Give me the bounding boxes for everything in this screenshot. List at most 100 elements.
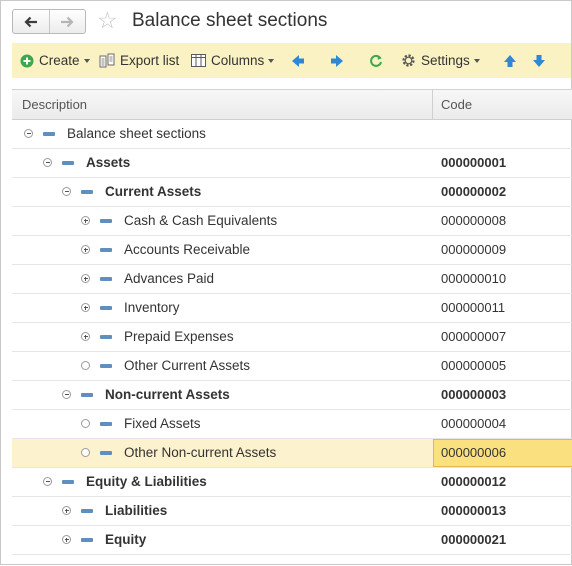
leaf-node-icon — [81, 361, 90, 370]
star-icon[interactable]: ☆ — [97, 8, 118, 33]
table-row[interactable]: Equity & Liabilities 000000012 — [12, 468, 572, 497]
title-bar: ☆ Balance sheet sections — [1, 1, 571, 41]
description-cell[interactable]: Liabilities — [12, 497, 432, 525]
table-row[interactable]: Current Assets 000000002 — [12, 178, 572, 207]
table-row[interactable]: Accounts Receivable 000000009 — [12, 236, 572, 265]
group-item-icon — [81, 190, 93, 194]
column-header-code[interactable]: Code — [441, 90, 472, 119]
export-list-button[interactable]: Export list — [99, 43, 179, 78]
table-row[interactable]: Advances Paid 000000010 — [12, 265, 572, 294]
chevron-down-icon — [473, 59, 480, 63]
description-cell[interactable]: Other Current Assets — [12, 352, 432, 380]
arrow-down-icon — [533, 54, 545, 67]
row-description: Equity — [105, 532, 147, 547]
collapse-icon[interactable] — [24, 129, 33, 138]
description-cell[interactable]: Other Non-current Assets — [12, 439, 432, 467]
row-code[interactable]: 000000021 — [441, 526, 506, 554]
table-row[interactable]: Other Current Assets 000000005 — [12, 352, 572, 381]
table-row[interactable]: Assets 000000001 — [12, 149, 572, 178]
table-row[interactable]: Balance sheet sections — [12, 120, 572, 149]
row-code[interactable]: 000000003 — [441, 381, 506, 409]
description-cell[interactable]: Assets — [12, 149, 432, 177]
chevron-down-icon — [268, 59, 275, 63]
expand-icon[interactable] — [81, 332, 90, 341]
forward-button[interactable] — [50, 10, 86, 33]
create-label: Create — [39, 53, 80, 68]
collapse-icon[interactable] — [43, 158, 52, 167]
move-left-button[interactable] — [291, 43, 305, 78]
expand-icon[interactable] — [62, 535, 71, 544]
arrow-right-icon — [331, 54, 343, 67]
collapse-icon[interactable] — [43, 477, 52, 486]
row-code[interactable]: 000000007 — [441, 323, 506, 351]
plus-circle-icon — [20, 54, 34, 68]
table-row[interactable]: Prepaid Expenses 000000007 — [12, 323, 572, 352]
row-code[interactable]: 000000006 — [441, 439, 506, 467]
table-row[interactable]: Non-current Assets 000000003 — [12, 381, 572, 410]
description-cell[interactable]: Fixed Assets — [12, 410, 432, 438]
description-cell[interactable]: Accounts Receivable — [12, 236, 432, 264]
description-cell[interactable]: Advances Paid — [12, 265, 432, 293]
table-header: Description Code — [12, 90, 572, 120]
group-item-icon — [100, 422, 112, 426]
row-code[interactable]: 000000013 — [441, 497, 506, 525]
expand-icon[interactable] — [62, 506, 71, 515]
description-cell[interactable]: Equity & Liabilities — [12, 468, 432, 496]
navigation-buttons — [12, 9, 86, 34]
expand-icon[interactable] — [81, 274, 90, 283]
refresh-button[interactable] — [369, 43, 383, 78]
group-item-icon — [81, 509, 93, 513]
column-divider[interactable] — [432, 90, 433, 119]
collapse-icon[interactable] — [62, 390, 71, 399]
table-row[interactable]: Equity 000000021 — [12, 526, 572, 555]
description-cell[interactable]: Balance sheet sections — [12, 120, 432, 148]
row-description: Non-current Assets — [105, 387, 230, 402]
table-row[interactable]: Cash & Cash Equivalents 000000008 — [12, 207, 572, 236]
group-item-icon — [100, 335, 112, 339]
columns-icon — [191, 54, 206, 67]
columns-button[interactable]: Columns — [191, 43, 275, 78]
move-down-button[interactable] — [532, 43, 546, 78]
description-cell[interactable]: Inventory — [12, 294, 432, 322]
expand-icon[interactable] — [81, 303, 90, 312]
row-description: Accounts Receivable — [124, 242, 251, 257]
group-item-icon — [100, 364, 112, 368]
gear-icon — [401, 53, 416, 68]
back-button[interactable] — [13, 10, 50, 33]
row-code[interactable]: 000000005 — [441, 352, 506, 380]
export-icon — [99, 53, 115, 68]
collapse-icon[interactable] — [62, 187, 71, 196]
row-code[interactable]: 000000010 — [441, 265, 506, 293]
row-code[interactable]: 000000004 — [441, 410, 506, 438]
command-bar: Create Export list Columns Settings — [12, 43, 571, 78]
row-description: Balance sheet sections — [67, 126, 206, 141]
column-header-description[interactable]: Description — [22, 90, 87, 119]
arrow-up-icon — [504, 54, 516, 67]
row-description: Cash & Cash Equivalents — [124, 213, 278, 228]
description-cell[interactable]: Current Assets — [12, 178, 432, 206]
row-code[interactable]: 000000008 — [441, 207, 506, 235]
move-right-button[interactable] — [330, 43, 344, 78]
leaf-node-icon — [81, 448, 90, 457]
move-up-button[interactable] — [503, 43, 517, 78]
create-button[interactable]: Create — [20, 43, 90, 78]
group-item-icon — [100, 219, 112, 223]
row-code[interactable]: 000000011 — [441, 294, 505, 322]
description-cell[interactable]: Cash & Cash Equivalents — [12, 207, 432, 235]
table-row[interactable]: Inventory 000000011 — [12, 294, 572, 323]
table-row[interactable]: Liabilities 000000013 — [12, 497, 572, 526]
row-code[interactable]: 000000001 — [441, 149, 506, 177]
row-description: Equity & Liabilities — [86, 474, 207, 489]
settings-button[interactable]: Settings — [401, 43, 480, 78]
expand-icon[interactable] — [81, 245, 90, 254]
expand-icon[interactable] — [81, 216, 90, 225]
row-code[interactable]: 000000009 — [441, 236, 506, 264]
row-code[interactable]: 000000002 — [441, 178, 506, 206]
description-cell[interactable]: Non-current Assets — [12, 381, 432, 409]
row-code[interactable]: 000000012 — [441, 468, 506, 496]
table-row[interactable]: Other Non-current Assets 000000006 — [12, 439, 572, 468]
table-row[interactable]: Fixed Assets 000000004 — [12, 410, 572, 439]
row-description: Current Assets — [105, 184, 202, 199]
description-cell[interactable]: Equity — [12, 526, 432, 554]
description-cell[interactable]: Prepaid Expenses — [12, 323, 432, 351]
